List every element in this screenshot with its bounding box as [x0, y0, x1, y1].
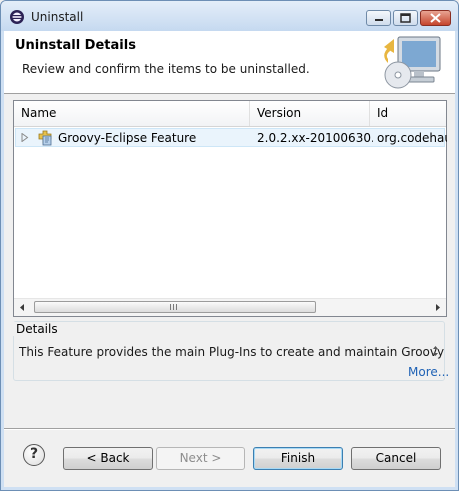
- row-id: org.codehaus: [377, 131, 447, 145]
- next-button[interactable]: Next >: [156, 447, 245, 470]
- row-name: Groovy-Eclipse Feature: [58, 131, 197, 145]
- cancel-button[interactable]: Cancel: [351, 447, 441, 470]
- column-header-name[interactable]: Name: [14, 101, 250, 126]
- close-icon: [430, 13, 441, 23]
- details-scroll-icon[interactable]: [431, 344, 440, 358]
- back-button[interactable]: < Back: [63, 447, 153, 470]
- horizontal-scrollbar[interactable]: [14, 298, 446, 316]
- details-text: This Feature provides the main Plug-Ins …: [19, 345, 445, 359]
- uninstall-wizard-icon: [384, 36, 441, 89]
- minimize-icon: [375, 19, 383, 21]
- dialog-client-area: Uninstall Details Review and confirm the…: [4, 31, 455, 487]
- details-label: Details: [13, 322, 61, 336]
- grip-icon: [170, 304, 179, 310]
- scrollbar-thumb[interactable]: [34, 301, 316, 313]
- eclipse-app-icon: [10, 10, 24, 24]
- page-description: Review and confirm the items to be unins…: [22, 62, 310, 76]
- table-row[interactable]: Groovy-Eclipse Feature 2.0.2.xx-20100630…: [15, 128, 447, 147]
- more-details-link[interactable]: More...: [408, 365, 449, 379]
- feature-icon: [38, 130, 52, 146]
- uninstall-items-table[interactable]: Name Version Id Groovy-Eclipse Feature 2…: [13, 100, 447, 317]
- scroll-right-icon[interactable]: [429, 299, 446, 316]
- scroll-left-icon[interactable]: [14, 299, 31, 316]
- table-header: Name Version Id: [14, 101, 446, 127]
- minimize-button[interactable]: [366, 10, 391, 26]
- maximize-button[interactable]: [393, 10, 418, 26]
- help-icon: ?: [29, 446, 39, 462]
- close-button[interactable]: [420, 10, 451, 26]
- row-version: 2.0.2.xx-20100630...: [257, 131, 373, 145]
- column-header-id[interactable]: Id: [370, 101, 446, 126]
- column-header-version[interactable]: Version: [250, 101, 370, 126]
- help-button[interactable]: ?: [23, 444, 45, 466]
- uninstall-dialog: Uninstall Uninstall Details Review and c…: [0, 0, 459, 491]
- title-area: Uninstall Details Review and confirm the…: [4, 31, 455, 94]
- button-bar-separator: [4, 428, 455, 430]
- title-bar[interactable]: Uninstall: [1, 1, 458, 31]
- expand-arrow-icon[interactable]: [21, 133, 29, 142]
- window-title: Uninstall: [31, 10, 84, 24]
- page-title: Uninstall Details: [15, 38, 136, 53]
- finish-button[interactable]: Finish: [253, 447, 343, 470]
- maximize-icon: [400, 13, 411, 23]
